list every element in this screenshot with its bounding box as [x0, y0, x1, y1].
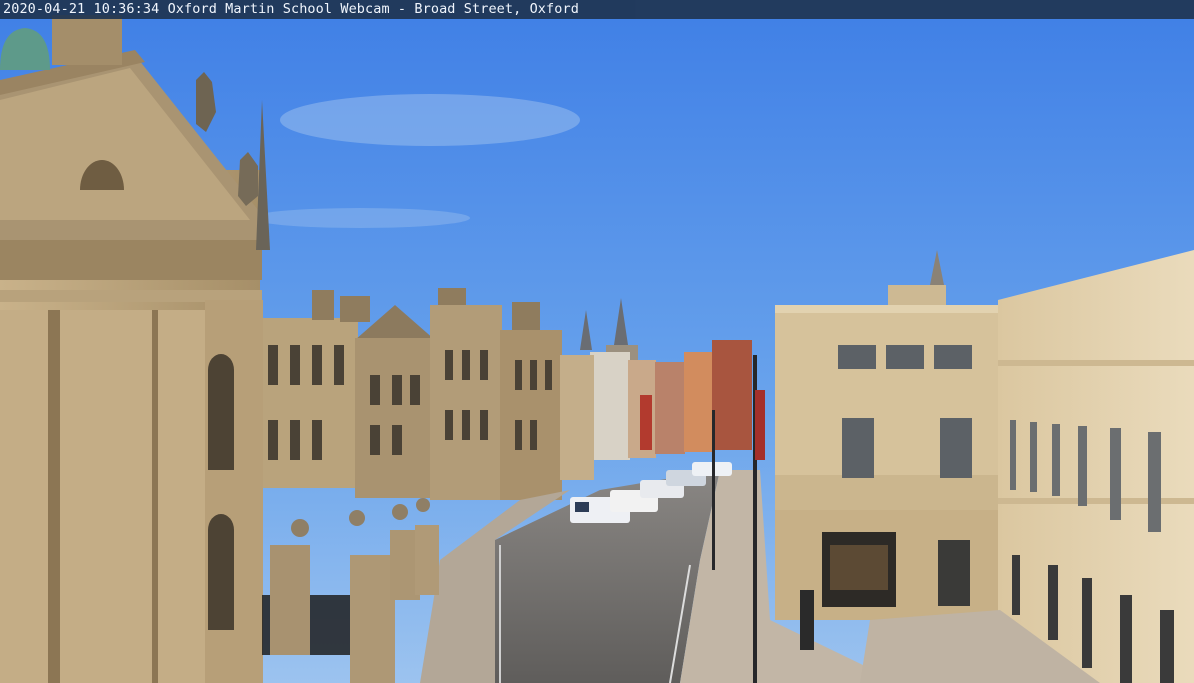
- webcam-view: 2020-04-21 10:36:34 Oxford Martin School…: [0, 0, 1194, 683]
- camera-title: Oxford Martin School Webcam - Broad Stre…: [167, 1, 579, 17]
- banner: [755, 390, 765, 460]
- sign-post: [800, 590, 814, 650]
- timestamp: 2020-04-21 10:36:34: [3, 1, 160, 17]
- broad-street-scene: [0, 0, 1194, 683]
- overlay-caption: 2020-04-21 10:36:34 Oxford Martin School…: [3, 1, 579, 18]
- lamp-post: [712, 410, 715, 570]
- cloud: [280, 94, 580, 146]
- cloud: [250, 208, 470, 228]
- timestamp-overlay-bar: 2020-04-21 10:36:34 Oxford Martin School…: [0, 0, 1194, 19]
